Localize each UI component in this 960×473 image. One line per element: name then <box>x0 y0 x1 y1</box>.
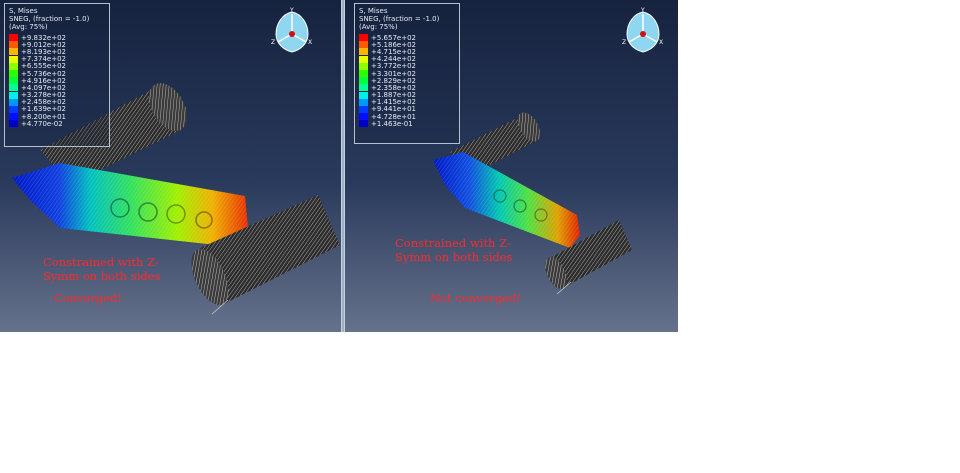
legend-swatch <box>359 113 368 121</box>
legend-subtitle: SNEG, (fraction = -1.0) <box>9 15 90 23</box>
viewport-left[interactable]: S, Mises SNEG, (fraction = -1.0) (Avg: 7… <box>0 0 341 332</box>
legend-swatch <box>359 98 368 106</box>
legend-swatch <box>359 62 368 70</box>
legend-swatch <box>9 62 18 70</box>
legend-average: (Avg: 75%) <box>9 23 48 31</box>
legend-scale: +9.832e+02 +9.012e+02 +8.193e+02 +7.374e… <box>9 34 103 128</box>
legend-swatch <box>359 48 368 56</box>
legend-scale: +5.657e+02 +5.186e+02 +4.715e+02 +4.244e… <box>359 34 453 128</box>
legend-value: +4.770e-02 <box>21 119 63 128</box>
legend-swatch <box>359 91 368 99</box>
legend-swatch <box>9 77 18 85</box>
legend-swatch <box>359 84 368 92</box>
view-triad-icon[interactable]: Y Z X <box>621 6 665 54</box>
legend-title: S, Mises <box>359 7 388 15</box>
legend-swatch <box>9 41 18 49</box>
legend-swatch <box>9 70 18 78</box>
annotation-line-2: Symm on both sides <box>43 269 161 283</box>
legend-value: +1.463e-01 <box>371 119 413 128</box>
legend-swatch <box>359 105 368 113</box>
deformed-sheet <box>12 163 248 247</box>
legend-swatch <box>359 77 368 85</box>
status-not-converged: Not converged! <box>430 291 521 305</box>
legend-swatch <box>359 55 368 63</box>
legend-row: +4.770e-02 <box>9 119 103 128</box>
legend-swatch <box>9 48 18 56</box>
legend-row: +1.463e-01 <box>359 119 453 128</box>
annotation-line-2: Symm on both sides <box>395 250 513 264</box>
legend-swatch <box>9 84 18 92</box>
legend-swatch <box>359 70 368 78</box>
legend-average: (Avg: 75%) <box>359 23 398 31</box>
viewport-right[interactable]: S, Mises SNEG, (fraction = -1.0) (Avg: 7… <box>345 0 678 332</box>
legend-swatch <box>9 113 18 121</box>
triad-y-label: Y <box>640 7 645 14</box>
view-triad-icon[interactable]: Y Z X <box>270 6 314 54</box>
legend-title: S, Mises <box>9 7 38 15</box>
legend-swatch <box>359 41 368 49</box>
legend-swatch <box>9 98 18 106</box>
legend-swatch <box>9 55 18 63</box>
triad-z-label: Z <box>622 39 626 46</box>
triad-x-label: X <box>659 39 663 46</box>
legend-swatch <box>359 34 368 42</box>
triad-x-label: X <box>308 39 312 46</box>
legend-swatch <box>9 91 18 99</box>
annotation-line-1: Constrained with Z- <box>395 236 511 250</box>
triad-y-label: Y <box>289 7 294 14</box>
legend-subtitle: SNEG, (fraction = -1.0) <box>359 15 440 23</box>
annotation-line-1: Constrained with Z- <box>43 255 159 269</box>
deformed-sheet <box>433 152 580 248</box>
legend-swatch <box>359 120 368 128</box>
contour-legend-left: S, Mises SNEG, (fraction = -1.0) (Avg: 7… <box>4 3 110 147</box>
status-converged: Converged! <box>54 291 123 305</box>
legend-swatch <box>9 105 18 113</box>
legend-swatch <box>9 34 18 42</box>
contour-legend-right: S, Mises SNEG, (fraction = -1.0) (Avg: 7… <box>354 3 460 144</box>
triad-z-label: Z <box>271 39 275 46</box>
legend-swatch <box>9 120 18 128</box>
